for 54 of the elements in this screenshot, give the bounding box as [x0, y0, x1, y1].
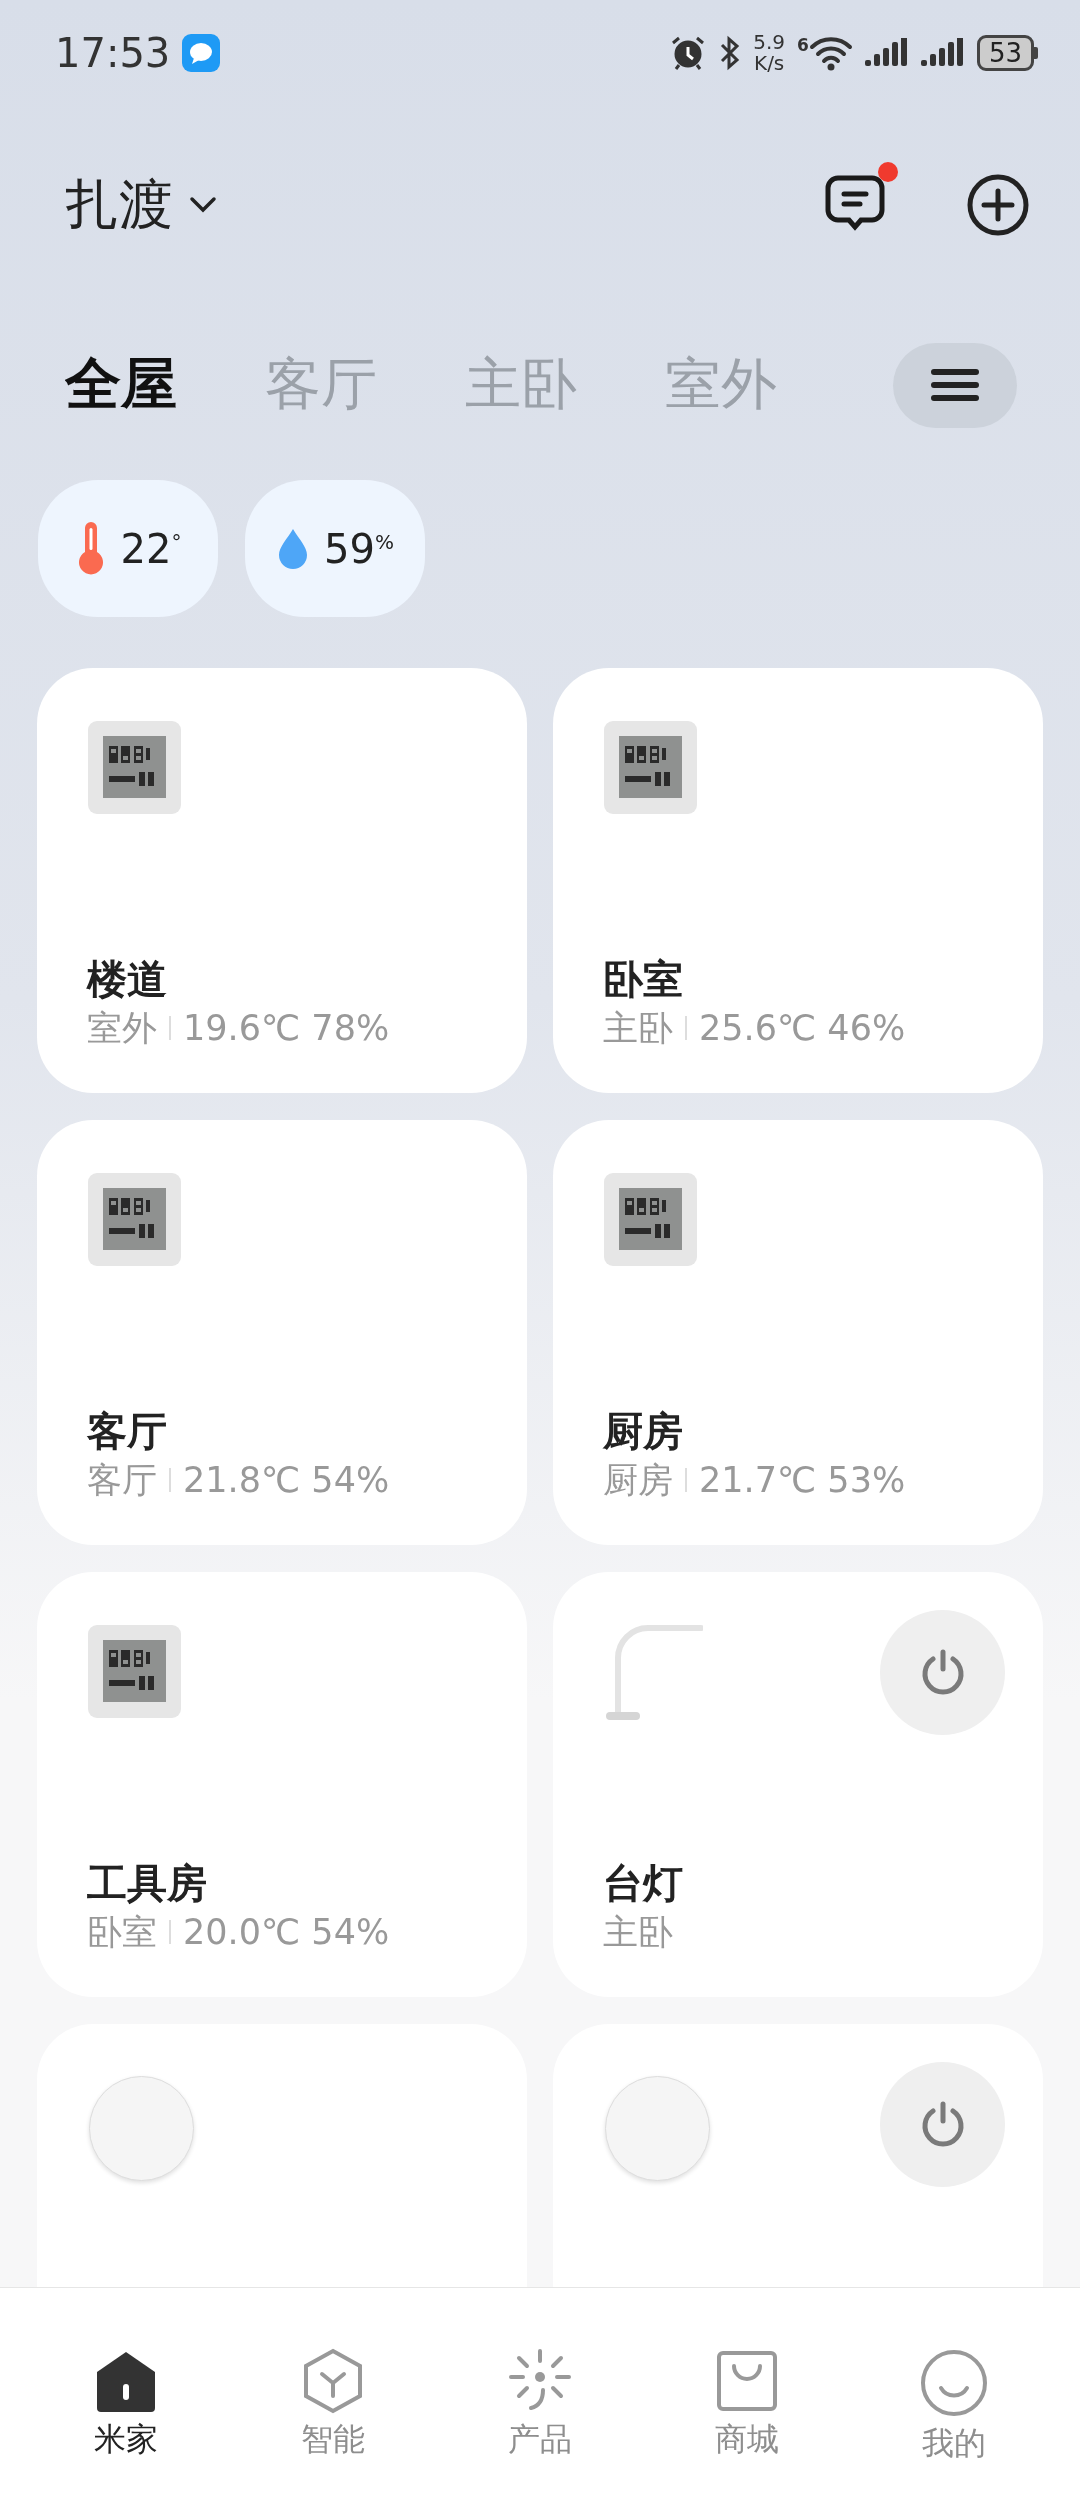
device-name: 台灯 — [603, 1859, 684, 1908]
signal-icon — [864, 37, 909, 68]
device-room: 主卧 — [603, 1911, 673, 1954]
battery-level: 53 — [976, 34, 1034, 71]
nav-tab[interactable]: 米家 — [22, 2288, 230, 2504]
device-card[interactable]: 卧室 主卧 25.6℃ 46% — [553, 668, 1043, 1093]
device-room: 室外 — [87, 1007, 157, 1050]
nav-label: 米家 — [93, 2419, 158, 2460]
device-reading: 20.0℃ 54% — [183, 1911, 390, 1954]
wifi-label: 6 — [797, 34, 809, 55]
climate-value: 22$^{°}$ — [120, 525, 182, 572]
device-room: 客厅 — [87, 1459, 157, 1502]
device-room: 厨房 — [603, 1459, 673, 1502]
device-reading: 21.8℃ 54% — [183, 1459, 390, 1502]
add-icon[interactable] — [966, 173, 1030, 237]
nav-label: 产品 — [508, 2419, 572, 2460]
hygrometer-icon — [87, 1624, 182, 1719]
climate-chip[interactable]: 59$^{%}$ — [245, 480, 425, 617]
speed-unit: K/s — [754, 52, 785, 74]
climate-chip[interactable]: 22$^{°}$ — [38, 480, 218, 617]
chat-bubble-icon — [182, 33, 221, 72]
nav-label: 我的 — [922, 2423, 987, 2464]
room-tab[interactable]: 全屋 — [65, 347, 177, 423]
desk-lamp-icon — [603, 1624, 703, 1722]
device-card[interactable]: 厨房 厨房 21.7℃ 53% — [553, 1120, 1043, 1545]
device-name: 厨房 — [603, 1407, 684, 1456]
hygrometer-icon — [87, 1172, 182, 1267]
wifi-icon — [808, 34, 853, 71]
device-card[interactable]: 客厅 客厅 21.8℃ 54% — [37, 1120, 527, 1545]
network-speed: 5.9 — [753, 31, 786, 53]
chevron-down-icon[interactable] — [189, 196, 217, 214]
device-name: 工具房 — [87, 1859, 208, 1908]
signal-icon — [920, 37, 965, 68]
menu-icon — [930, 368, 980, 402]
device-card[interactable]: 台灯 主卧 — [553, 1572, 1043, 1997]
hygrometer-icon — [603, 1172, 698, 1267]
device-room: 卧室 — [87, 1911, 157, 1954]
smiley-icon — [919, 2348, 990, 2418]
clock-time: 17:53 — [55, 29, 171, 76]
nav-label: 商城 — [715, 2419, 780, 2460]
device-room: 主卧 — [603, 1007, 673, 1050]
nav-label: 智能 — [300, 2419, 365, 2460]
device-name: 楼道 — [87, 955, 168, 1004]
home-name[interactable]: 扎渡 — [65, 168, 173, 242]
device-reading: 19.6℃ 78% — [183, 1007, 390, 1050]
device-reading: 21.7℃ 53% — [699, 1459, 906, 1502]
hygrometer-icon — [603, 720, 698, 815]
device-card[interactable]: 楼道 室外 19.6℃ 78% — [37, 668, 527, 1093]
device-name: 卧室 — [603, 955, 684, 1004]
device-name: 客厅 — [87, 1407, 168, 1456]
device-card[interactable]: 工具房 卧室 20.0℃ 54% — [37, 1572, 527, 1997]
climate-value: 59$^{%}$ — [324, 525, 394, 572]
device-reading: 25.6℃ 46% — [699, 1007, 906, 1050]
hygrometer-icon — [87, 720, 182, 815]
